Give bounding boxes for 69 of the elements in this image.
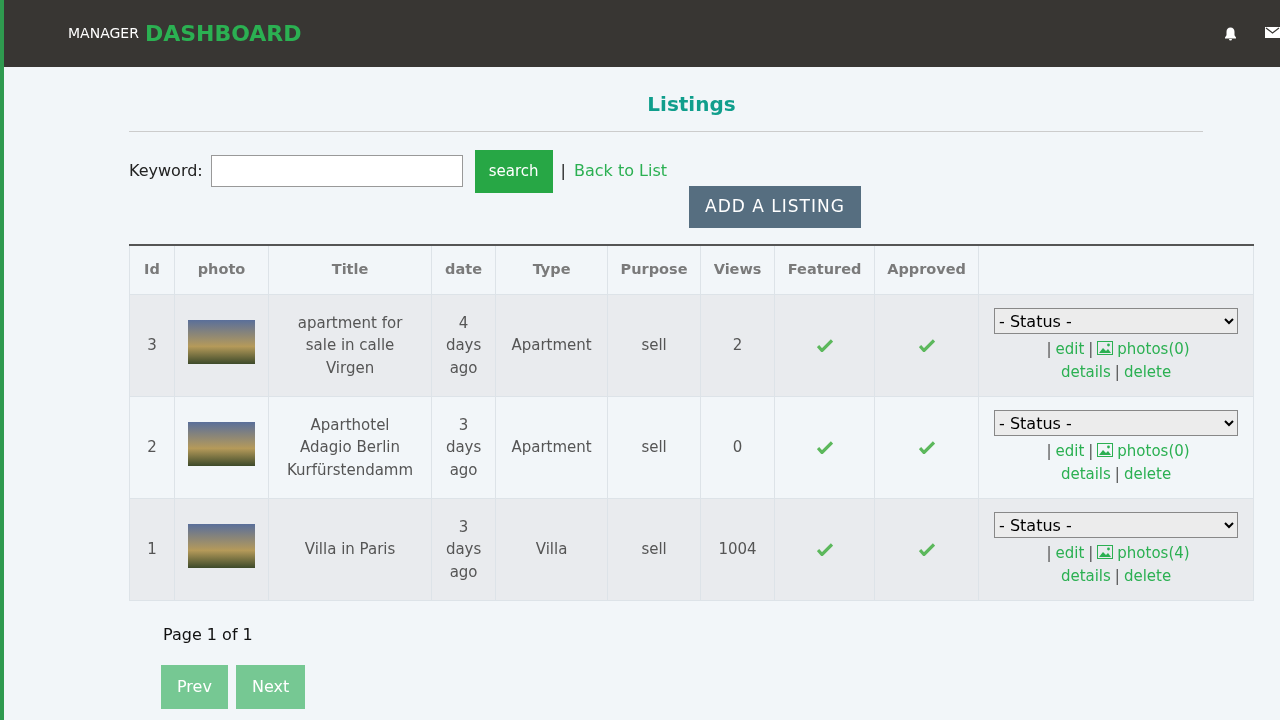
column-header: photo [174,244,269,295]
date-cell: 4 days ago [445,313,482,377]
action-link[interactable]: details [1060,464,1111,483]
column-header: Id [129,244,175,295]
status-dropdown[interactable]: - Status - [994,410,1239,436]
image-icon[interactable] [1097,443,1114,457]
id-cell: 2 [147,438,157,457]
separator: | [1114,566,1120,585]
column-header: Featured [774,244,875,295]
keyword-field[interactable] [210,155,463,188]
date-cell: 3 days ago [445,415,482,479]
column-header: date [431,244,496,295]
purpose-cell: sell [641,336,667,355]
action-link[interactable]: edit [1055,442,1085,460]
separator: | [1088,442,1094,460]
type-cell: Apartment [511,336,592,355]
type-cell: Apartment [511,438,592,457]
photos-link[interactable]: photos(0) [1117,442,1190,460]
column-header: Purpose [607,244,701,295]
separator: | [1088,544,1094,562]
separator: | [1114,362,1120,381]
date-cell: 3 days ago [445,517,482,581]
action-link[interactable]: delete [1123,566,1172,585]
search-button[interactable]: search [474,150,553,193]
purpose-cell: sell [641,540,667,559]
action-link[interactable]: delete [1123,464,1172,483]
keyword-label: Keyword: [129,160,203,183]
separator: | [560,160,566,183]
status-dropdown[interactable]: - Status - [994,308,1239,334]
column-header: Views [700,244,775,295]
photo-placeholder [188,524,255,569]
action-link[interactable]: edit [1055,340,1085,358]
title-cell: Aparthotel Adagio Berlin Kurfürstendamm [287,415,414,479]
views-cell: 0 [732,438,743,457]
envelope-icon[interactable] [1265,26,1280,38]
title-cell: apartment for sale in calle Virgen [297,313,403,377]
column-header: Type [495,244,608,295]
separator: | [1046,442,1052,460]
action-link[interactable]: delete [1123,362,1172,381]
photos-link[interactable]: photos(0) [1117,340,1190,358]
separator: | [1088,340,1094,358]
action-link[interactable]: details [1060,566,1111,585]
views-cell: 1004 [718,540,757,559]
column-header: Title [268,244,432,295]
title-cell: Villa in Paris [304,540,396,559]
page-info: Page 1 of 1 [163,624,254,646]
brand-title: DASHBOARD [144,20,302,48]
photos-link[interactable]: photos(4) [1117,544,1190,562]
separator: | [1046,544,1052,562]
status-dropdown[interactable]: - Status - [994,512,1239,538]
id-cell: 1 [147,540,157,559]
brand-label: MANAGER [68,24,139,43]
action-link[interactable]: details [1060,362,1111,381]
image-icon[interactable] [1097,545,1114,559]
views-cell: 2 [732,336,743,355]
add-listing-button[interactable]: ADD A LISTING [689,186,861,228]
action-link[interactable]: edit [1055,544,1085,562]
bell-icon[interactable] [1224,26,1237,41]
image-icon[interactable] [1097,341,1114,355]
separator: | [1046,340,1052,358]
photo-placeholder [188,320,255,365]
column-header: Approved [874,244,979,295]
photo-placeholder [188,422,255,467]
page-title: Listings [646,91,737,118]
type-cell: Villa [535,540,568,559]
separator: | [1114,464,1120,483]
purpose-cell: sell [641,438,667,457]
back-to-list-link[interactable]: Back to List [573,159,667,184]
id-cell: 3 [147,336,157,355]
